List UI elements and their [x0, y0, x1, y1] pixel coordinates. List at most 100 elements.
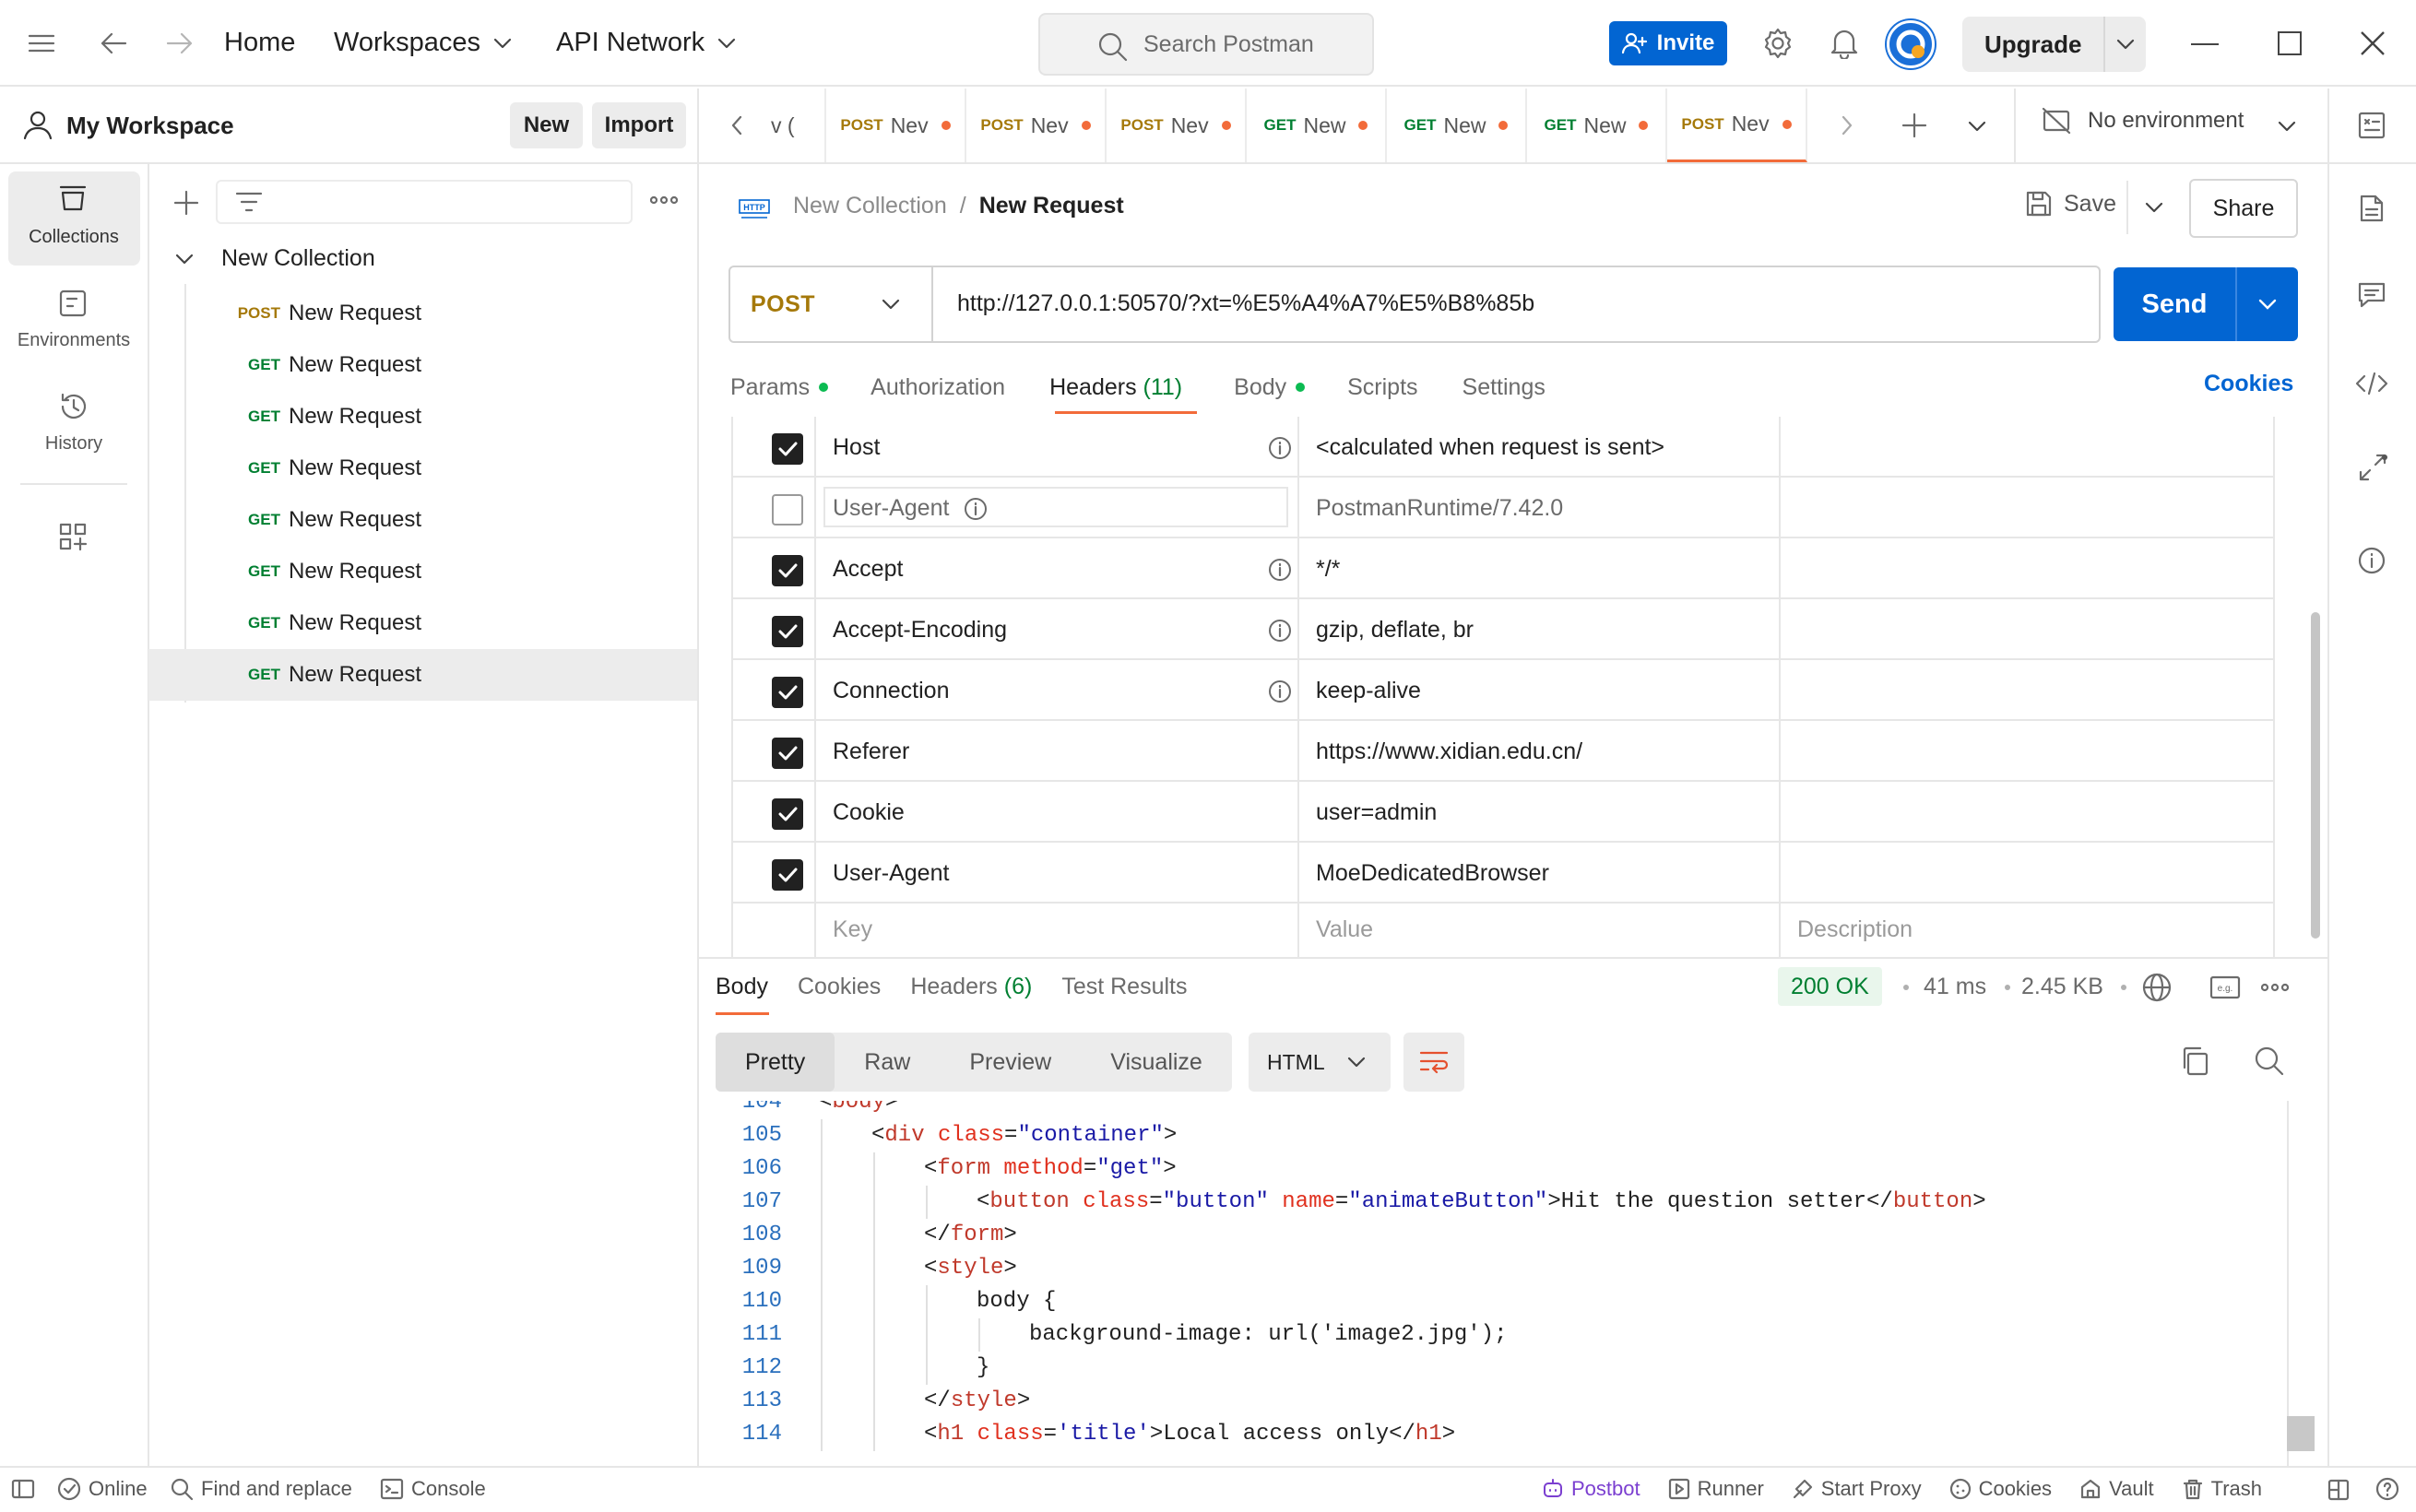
forward-arrow-icon[interactable] — [166, 30, 194, 56]
header-key[interactable]: Cookie — [833, 799, 905, 826]
sidebar-request-item[interactable]: POST New Request — [148, 288, 697, 339]
info-icon[interactable] — [964, 497, 988, 521]
upgrade-dropdown[interactable] — [2105, 17, 2146, 72]
view-tab-pretty[interactable]: Pretty — [716, 1033, 835, 1092]
header-key[interactable]: Host — [833, 434, 880, 461]
sidebar-request-item[interactable]: GET New Request — [148, 391, 697, 443]
send-dropdown[interactable] — [2237, 267, 2298, 341]
runner-button[interactable]: Runner — [1668, 1477, 1764, 1501]
response-tab-headers[interactable]: Headers (6) — [910, 974, 1032, 1000]
hamburger-menu-icon[interactable] — [28, 33, 55, 53]
view-tab-preview[interactable]: Preview — [940, 1033, 1081, 1092]
response-more-icon[interactable] — [2261, 983, 2289, 992]
tab-headers[interactable]: Headers (11) — [1049, 374, 1182, 401]
breadcrumb-collection[interactable]: New Collection — [793, 193, 947, 219]
info-icon[interactable] — [1268, 679, 1292, 703]
response-tab-tests[interactable]: Test Results — [1061, 974, 1187, 1000]
request-tab[interactable]: POST Nev — [826, 89, 966, 162]
header-enable-checkbox[interactable] — [772, 677, 803, 708]
request-tab[interactable]: POST Nev — [1667, 89, 1807, 162]
more-options-icon[interactable] — [650, 195, 678, 205]
header-key[interactable]: User-Agent — [833, 495, 949, 522]
tabs-dropdown-icon[interactable] — [1968, 121, 1986, 132]
api-network-menu[interactable]: API Network — [556, 28, 736, 58]
share-button[interactable]: Share — [2189, 179, 2298, 238]
sidebar-request-item[interactable]: GET New Request — [148, 443, 697, 494]
maximize-window-icon[interactable] — [2278, 31, 2302, 55]
breadcrumb-request[interactable]: New Request — [979, 193, 1124, 219]
header-enable-checkbox[interactable] — [772, 859, 803, 891]
trash-button[interactable]: Trash — [2182, 1477, 2262, 1501]
user-avatar[interactable] — [1887, 20, 1935, 68]
header-value[interactable]: PostmanRuntime/7.42.0 — [1316, 495, 1563, 522]
header-enable-checkbox[interactable] — [772, 433, 803, 465]
new-button[interactable]: New — [510, 102, 583, 148]
filter-input[interactable] — [216, 180, 633, 224]
header-key[interactable]: Accept — [833, 556, 903, 583]
online-status[interactable]: Online — [57, 1477, 148, 1501]
response-tab-cookies[interactable]: Cookies — [798, 974, 881, 1000]
notifications-bell-icon[interactable] — [1830, 28, 1859, 59]
response-tab-body[interactable]: Body — [716, 974, 768, 1000]
header-value[interactable]: <calculated when request is sent> — [1316, 434, 1664, 461]
response-time[interactable]: 41 ms — [1924, 974, 1986, 1000]
comments-icon[interactable] — [2357, 280, 2386, 310]
request-tab[interactable]: v ( — [771, 89, 826, 162]
header-key[interactable]: Connection — [833, 678, 949, 704]
tab-body[interactable]: Body — [1234, 374, 1306, 401]
close-window-icon[interactable] — [2361, 31, 2385, 55]
search-bar[interactable]: Search Postman — [1038, 13, 1374, 76]
wrap-lines-button[interactable] — [1403, 1033, 1464, 1092]
save-dropdown-icon[interactable] — [2145, 202, 2163, 213]
header-enable-checkbox[interactable] — [772, 494, 803, 526]
vault-button[interactable]: Vault — [2079, 1477, 2154, 1501]
info-icon[interactable] — [1268, 436, 1292, 460]
copy-icon[interactable] — [2180, 1045, 2209, 1077]
find-replace[interactable]: Find and replace — [170, 1477, 352, 1501]
import-button[interactable]: Import — [592, 102, 686, 148]
view-tab-visualize[interactable]: Visualize — [1081, 1033, 1232, 1092]
tabs-scroll-right-icon[interactable] — [1841, 115, 1853, 136]
header-value[interactable]: keep-alive — [1316, 678, 1421, 704]
sidenav-environments-label[interactable]: Environments — [0, 330, 148, 351]
start-proxy-button[interactable]: Start Proxy — [1792, 1477, 1922, 1501]
network-globe-icon[interactable] — [2141, 972, 2173, 1003]
back-arrow-icon[interactable] — [100, 30, 127, 56]
toggle-sidebar-icon[interactable] — [11, 1479, 35, 1499]
documentation-icon[interactable] — [2359, 194, 2385, 223]
info-icon[interactable] — [1268, 558, 1292, 582]
request-tab[interactable]: GET New — [1387, 89, 1527, 162]
header-enable-checkbox[interactable] — [772, 738, 803, 769]
headers-scrollbar[interactable] — [2311, 612, 2320, 939]
send-button[interactable]: Send — [2114, 267, 2237, 341]
workspaces-menu[interactable]: Workspaces — [334, 28, 512, 58]
search-response-icon[interactable] — [2254, 1045, 2285, 1077]
header-value-placeholder[interactable]: Value — [1316, 916, 1373, 943]
sidebar-request-item[interactable]: GET New Request — [148, 546, 697, 597]
minimize-window-icon[interactable] — [2191, 42, 2219, 46]
environment-dropdown-icon[interactable] — [2278, 121, 2296, 132]
header-key[interactable]: Referer — [833, 738, 909, 765]
info-icon[interactable] — [1268, 619, 1292, 643]
header-enable-checkbox[interactable] — [772, 798, 803, 830]
request-tab[interactable]: GET New — [1247, 89, 1387, 162]
header-value[interactable]: gzip, deflate, br — [1316, 617, 1474, 644]
method-select[interactable]: POST — [730, 267, 933, 341]
sidebar-request-item[interactable]: GET New Request — [148, 339, 697, 391]
tab-settings[interactable]: Settings — [1463, 374, 1546, 401]
tab-authorization[interactable]: Authorization — [870, 374, 1005, 401]
environment-quick-look-icon[interactable] — [2357, 111, 2386, 140]
add-collection-icon[interactable] — [173, 190, 199, 216]
home-link[interactable]: Home — [224, 28, 295, 58]
code-scrollbar-thumb[interactable] — [2287, 1416, 2315, 1451]
workspace-name[interactable]: My Workspace — [66, 112, 234, 140]
layout-toggle-icon[interactable] — [2327, 1479, 2350, 1501]
save-example-icon[interactable]: e.g. — [2209, 975, 2241, 999]
response-size[interactable]: 2.45 KB — [2021, 974, 2103, 1000]
header-value[interactable]: https://www.xidian.edu.cn/ — [1316, 738, 1582, 765]
url-input[interactable]: http://127.0.0.1:50570/?xt=%E5%A4%A7%E5%… — [957, 290, 1534, 317]
header-key[interactable]: User-Agent — [833, 860, 949, 887]
environment-selector[interactable]: No environment — [2042, 107, 2244, 135]
header-description-placeholder[interactable]: Description — [1797, 916, 1913, 943]
collection-node[interactable]: New Collection — [175, 245, 375, 272]
